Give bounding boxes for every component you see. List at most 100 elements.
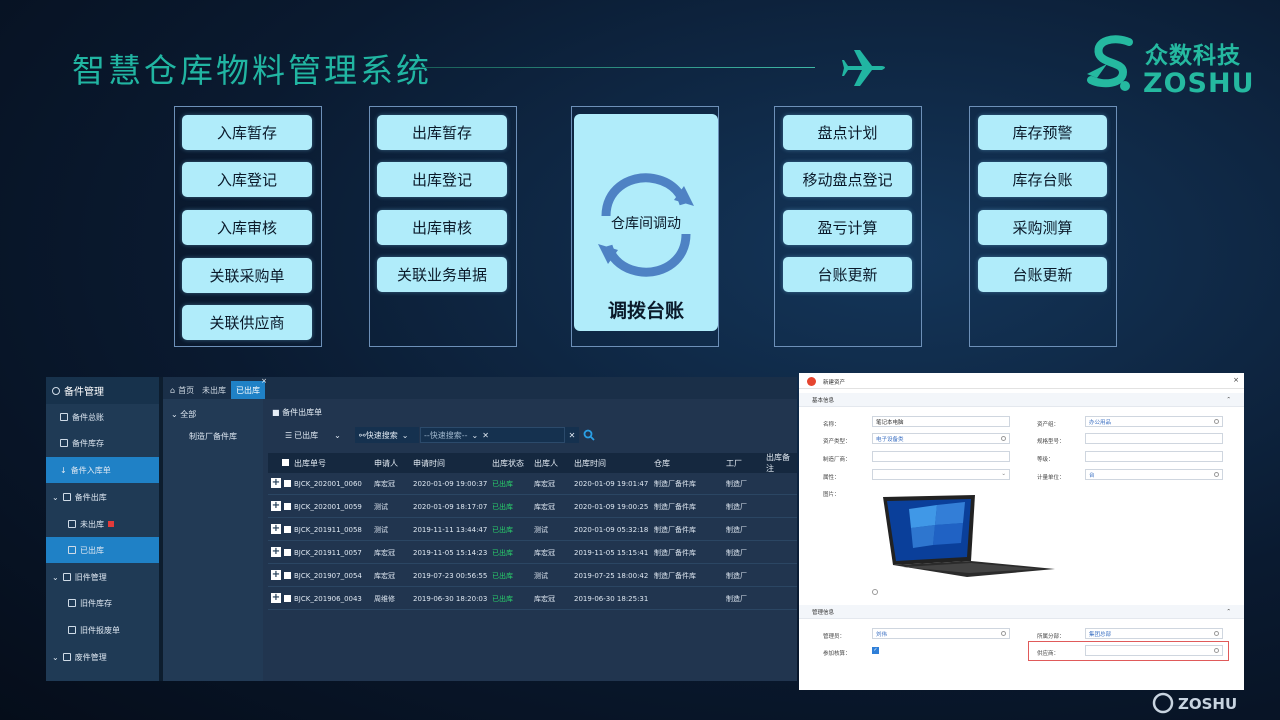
sidebar-item-label: 备件库存 (72, 438, 104, 448)
quick-search-input[interactable]: --快速搜索-- ⌄ ✕ (420, 427, 565, 443)
ledger-update-button-2[interactable]: 台账更新 (978, 257, 1107, 292)
tree-node[interactable]: 制造厂备件库 (189, 431, 237, 442)
upload-icon[interactable] (872, 589, 878, 595)
section-basic[interactable]: 基本信息 ⌃ (799, 393, 1244, 407)
tab-not-out[interactable]: 未出库 (197, 381, 231, 399)
sidebar-item-label: 旧件库存 (80, 598, 112, 608)
sidebar-item-outbound[interactable]: ⌄ 备件出库 (46, 484, 159, 510)
tree-root-label: 全部 (180, 410, 197, 419)
search-icon[interactable] (1214, 419, 1219, 424)
maker-field[interactable] (872, 451, 1010, 462)
sidebar-item-old-stock[interactable]: 旧件库存 (46, 590, 159, 616)
column-header[interactable]: 仓库 (654, 458, 670, 469)
manager-field[interactable]: 刘伟 (872, 628, 1010, 639)
sidebar-item-scrap-form[interactable]: 旧件报废单 (46, 617, 159, 643)
row-checkbox[interactable] (284, 595, 291, 602)
quick-search-dropdown[interactable]: ⚯ 快速搜索 ⌄ (355, 427, 419, 443)
sidebar-item-waste[interactable]: ⌄ 废件管理 (46, 644, 159, 670)
dept-field[interactable]: 集团总部 (1085, 628, 1223, 639)
table-cell: 库宏冠 (534, 503, 555, 511)
inventory-check-column: 盘点计划 移动盘点登记 盈亏计算 台账更新 (774, 106, 922, 347)
column-header[interactable]: 出库备注 (766, 452, 797, 474)
depreciation-checkbox[interactable]: ✓ (872, 647, 879, 654)
row-checkbox[interactable] (284, 503, 291, 510)
select-all-checkbox[interactable] (282, 459, 289, 466)
stock-ledger-button[interactable]: 库存台账 (978, 162, 1107, 197)
close-icon[interactable]: × (261, 377, 267, 385)
sidebar-item-old-parts[interactable]: ⌄ 旧件管理 (46, 564, 159, 590)
column-header[interactable]: 出库时间 (574, 458, 606, 469)
expand-row-icon[interactable]: + (271, 570, 281, 580)
outbound-audit-button[interactable]: 出库审核 (377, 210, 507, 245)
outbound-stage-button[interactable]: 出库暂存 (377, 115, 507, 150)
tree-root[interactable]: ⌄ 全部 (171, 409, 196, 420)
column-header[interactable]: 工厂 (726, 458, 742, 469)
table-row[interactable]: + BJCK_201906_0043 周维修 2019-06-30 18:20:03 已… (268, 588, 797, 610)
purchase-calc-button[interactable]: 采购测算 (978, 210, 1107, 245)
sidebar-item-not-out[interactable]: 未出库 (46, 511, 159, 537)
inbound-column: 入库暂存 入库登记 入库审核 关联采购单 关联供应商 (174, 106, 322, 347)
search-icon[interactable] (1214, 472, 1219, 477)
link-business-doc-button[interactable]: 关联业务单据 (377, 257, 507, 292)
tab-home[interactable]: ⌂ 首页 (165, 381, 199, 399)
row-checkbox[interactable] (284, 526, 291, 533)
table-cell: 制造厂 (726, 480, 747, 488)
unit-field[interactable]: 台 (1085, 469, 1223, 480)
sidebar-item-stock[interactable]: 备件库存 (46, 430, 159, 456)
sidebar-item-ledger[interactable]: 备件总账 (46, 404, 159, 430)
column-header[interactable]: 申请时间 (413, 458, 445, 469)
transfer-card[interactable]: 仓库间调动 调拨台账 (574, 114, 718, 331)
clear-icon[interactable]: ✕ (482, 431, 489, 440)
column-header[interactable]: 出库状态 (492, 458, 524, 469)
sidebar-item-out-done[interactable]: 已出库 (46, 537, 159, 563)
row-checkbox[interactable] (284, 549, 291, 556)
type-field[interactable]: 电子设备类 (872, 433, 1010, 444)
inbound-audit-button[interactable]: 入库审核 (182, 210, 312, 245)
search-icon[interactable] (1001, 631, 1006, 636)
table-row[interactable]: + BJCK_201911_0057 库宏冠 2019-11-05 15:14:23 已… (268, 542, 797, 564)
search-icon[interactable] (1214, 648, 1219, 653)
link-supplier-button[interactable]: 关联供应商 (182, 305, 312, 340)
tab-out-done[interactable]: 已出库 × (231, 377, 267, 399)
table-row[interactable]: + BJCK_202001_0060 库宏冠 2020-01-09 19:00:37 已… (268, 473, 797, 495)
search-icon[interactable] (583, 429, 595, 441)
row-checkbox[interactable] (284, 480, 291, 487)
status-dropdown[interactable]: ☰ 已出库 ⌄ (285, 430, 345, 441)
expand-row-icon[interactable]: + (271, 593, 281, 603)
inbound-stage-button[interactable]: 入库暂存 (182, 115, 312, 150)
section-manage[interactable]: 管理信息 ⌃ (799, 605, 1244, 619)
ledger-update-button-1[interactable]: 台账更新 (783, 257, 912, 292)
table-row[interactable]: + BJCK_202001_0059 测试 2020-01-09 18:17:07 已出… (268, 496, 797, 518)
search-icon[interactable] (1214, 631, 1219, 636)
row-checkbox[interactable] (284, 572, 291, 579)
inbound-register-button[interactable]: 入库登记 (182, 162, 312, 197)
model-field[interactable] (1085, 433, 1223, 444)
mobile-check-button[interactable]: 移动盘点登记 (783, 162, 912, 197)
expand-row-icon[interactable]: + (271, 501, 281, 511)
expand-row-icon[interactable]: + (271, 547, 281, 557)
level-field[interactable] (1085, 451, 1223, 462)
group-field[interactable]: 办公用品 (1085, 416, 1223, 427)
link-po-button[interactable]: 关联采购单 (182, 258, 312, 293)
profit-loss-button[interactable]: 盈亏计算 (783, 210, 912, 245)
main-header-label: 备件出库单 (282, 408, 323, 417)
check-plan-button[interactable]: 盘点计划 (783, 115, 912, 150)
clear-search-button[interactable]: ✕ (565, 427, 579, 443)
column-header[interactable]: 出库单号 (294, 458, 326, 469)
expand-row-icon[interactable]: + (271, 524, 281, 534)
attr-select[interactable]: ⌄ (872, 469, 1010, 480)
search-icon[interactable] (1001, 436, 1006, 441)
table-row[interactable]: + BJCK_201907_0054 库宏冠 2019-07-23 00:56:55 已… (268, 565, 797, 587)
table-cell: BJCK_201906_0043 (294, 595, 362, 603)
sidebar-header: 备件管理 (46, 377, 159, 404)
stock-warning-button[interactable]: 库存预警 (978, 115, 1107, 150)
outbound-register-button[interactable]: 出库登记 (377, 162, 507, 197)
close-icon[interactable]: × (1233, 376, 1239, 384)
column-header[interactable]: 出库人 (534, 458, 558, 469)
expand-row-icon[interactable]: + (271, 478, 281, 488)
table-row[interactable]: + BJCK_201911_0058 测试 2019-11-11 13:44:47 已出… (268, 519, 797, 541)
column-header[interactable]: 申请人 (374, 458, 398, 469)
sidebar-item-inbound[interactable]: ↓ 备件入库单 (46, 457, 159, 483)
supplier-field[interactable] (1085, 645, 1223, 656)
name-field[interactable]: 笔记本电脑 (872, 416, 1010, 427)
